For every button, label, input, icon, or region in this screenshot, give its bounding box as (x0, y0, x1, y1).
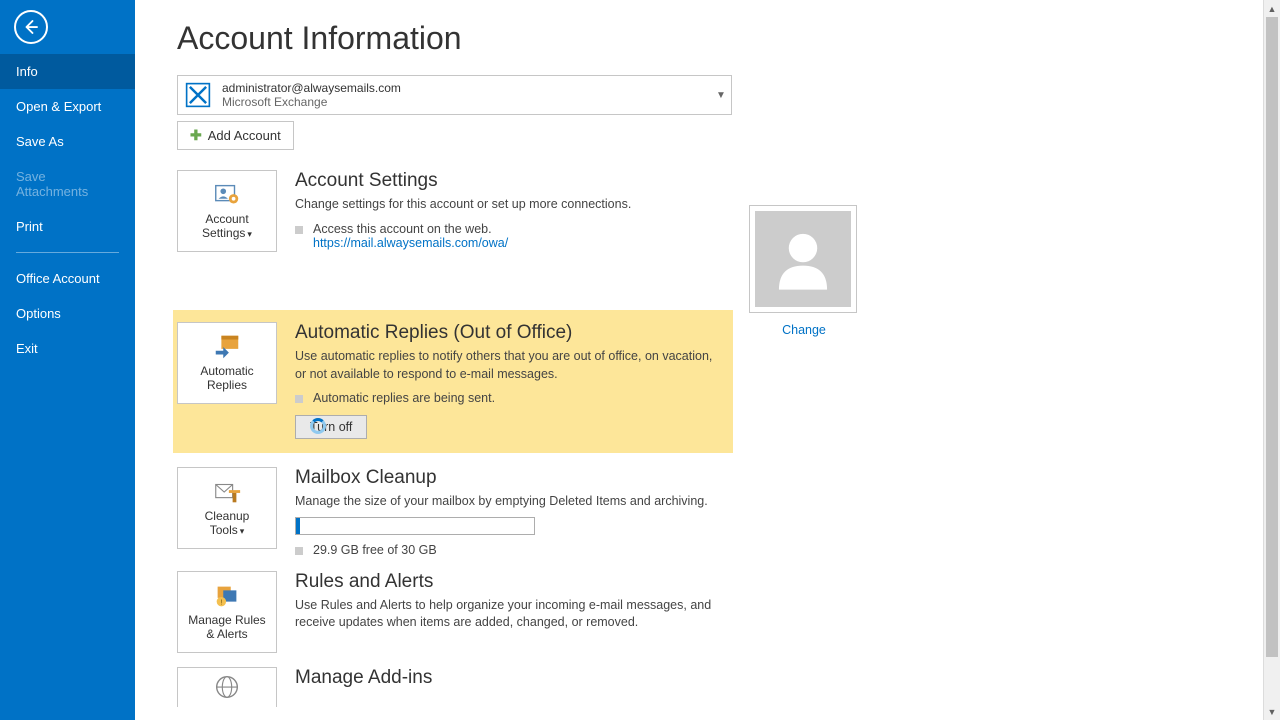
addins-title: Manage Add-ins (295, 667, 732, 689)
vertical-scrollbar[interactable]: ▲ ▼ (1263, 0, 1280, 720)
bullet-icon (295, 395, 303, 403)
turn-off-button[interactable]: Turn off (295, 415, 367, 439)
nav-separator (16, 252, 119, 253)
add-account-button[interactable]: ✚ Add Account (177, 121, 294, 150)
account-selector[interactable]: administrator@alwaysemails.com Microsoft… (177, 75, 732, 115)
autoreply-desc: Use automatic replies to notify others t… (295, 348, 724, 383)
account-type: Microsoft Exchange (222, 95, 711, 109)
back-arrow-icon (22, 18, 40, 36)
change-photo-link[interactable]: Change (749, 323, 859, 337)
storage-text: 29.9 GB free of 30 GB (313, 543, 437, 557)
globe-icon (212, 673, 242, 701)
rules-desc: Use Rules and Alerts to help organize yo… (295, 597, 732, 632)
cleanup-tools-tile[interactable]: Cleanup Tools▾ (177, 467, 277, 549)
automatic-replies-tile[interactable]: Automatic Replies (177, 322, 277, 404)
nav-exit[interactable]: Exit (0, 331, 135, 366)
nav-office-account[interactable]: Office Account (0, 261, 135, 296)
nav-options[interactable]: Options (0, 296, 135, 331)
account-settings-title: Account Settings (295, 170, 732, 192)
scroll-thumb[interactable] (1266, 17, 1278, 657)
svg-text:!: ! (220, 597, 222, 606)
tile-label: Account Settings▾ (202, 213, 252, 241)
scroll-down-arrow[interactable]: ▼ (1264, 703, 1280, 720)
account-settings-tile[interactable]: Account Settings▾ (177, 170, 277, 252)
rules-title: Rules and Alerts (295, 571, 732, 593)
autoreply-status: Automatic replies are being sent. (313, 391, 495, 405)
manage-rules-tile[interactable]: ! Manage Rules & Alerts (177, 571, 277, 653)
nav-open-export[interactable]: Open & Export (0, 89, 135, 124)
account-dropdown-arrow[interactable]: ▼ (711, 76, 731, 114)
scroll-up-arrow[interactable]: ▲ (1264, 0, 1280, 17)
autoreply-title: Automatic Replies (Out of Office) (295, 322, 724, 344)
manage-rules-icon: ! (212, 582, 242, 610)
nav-save-as[interactable]: Save As (0, 124, 135, 159)
web-access-text: Access this account on the web. (313, 222, 508, 236)
avatar-frame (749, 205, 857, 313)
plus-icon: ✚ (190, 127, 202, 144)
cleanup-tools-icon (212, 478, 242, 506)
nav-info[interactable]: Info (0, 54, 135, 89)
exchange-icon (178, 76, 218, 114)
add-account-label: Add Account (208, 128, 281, 143)
cleanup-title: Mailbox Cleanup (295, 467, 732, 489)
cleanup-desc: Manage the size of your mailbox by empty… (295, 493, 732, 511)
account-settings-icon (212, 181, 242, 209)
page-title: Account Information (177, 20, 1240, 57)
nav-print[interactable]: Print (0, 209, 135, 244)
tile-label: Manage Rules & Alerts (188, 614, 265, 642)
account-settings-desc: Change settings for this account or set … (295, 196, 732, 214)
bullet-icon (295, 226, 303, 234)
nav-save-attachments: Save Attachments (0, 159, 135, 209)
owa-link[interactable]: https://mail.alwaysemails.com/owa/ (313, 236, 508, 250)
automatic-replies-icon (212, 333, 242, 361)
main-content: Account Information administrator@always… (135, 0, 1280, 720)
storage-bar (295, 517, 535, 535)
tile-label: Automatic Replies (200, 365, 253, 393)
backstage-sidebar: Info Open & Export Save As Save Attachme… (0, 0, 135, 720)
loading-spinner-icon (310, 418, 326, 434)
account-email: administrator@alwaysemails.com (222, 81, 711, 95)
bullet-icon (295, 547, 303, 555)
tile-label: Cleanup Tools▾ (205, 510, 250, 538)
manage-addins-tile[interactable] (177, 667, 277, 707)
storage-fill (296, 518, 300, 534)
avatar-image (755, 211, 851, 307)
back-button[interactable] (14, 10, 48, 44)
